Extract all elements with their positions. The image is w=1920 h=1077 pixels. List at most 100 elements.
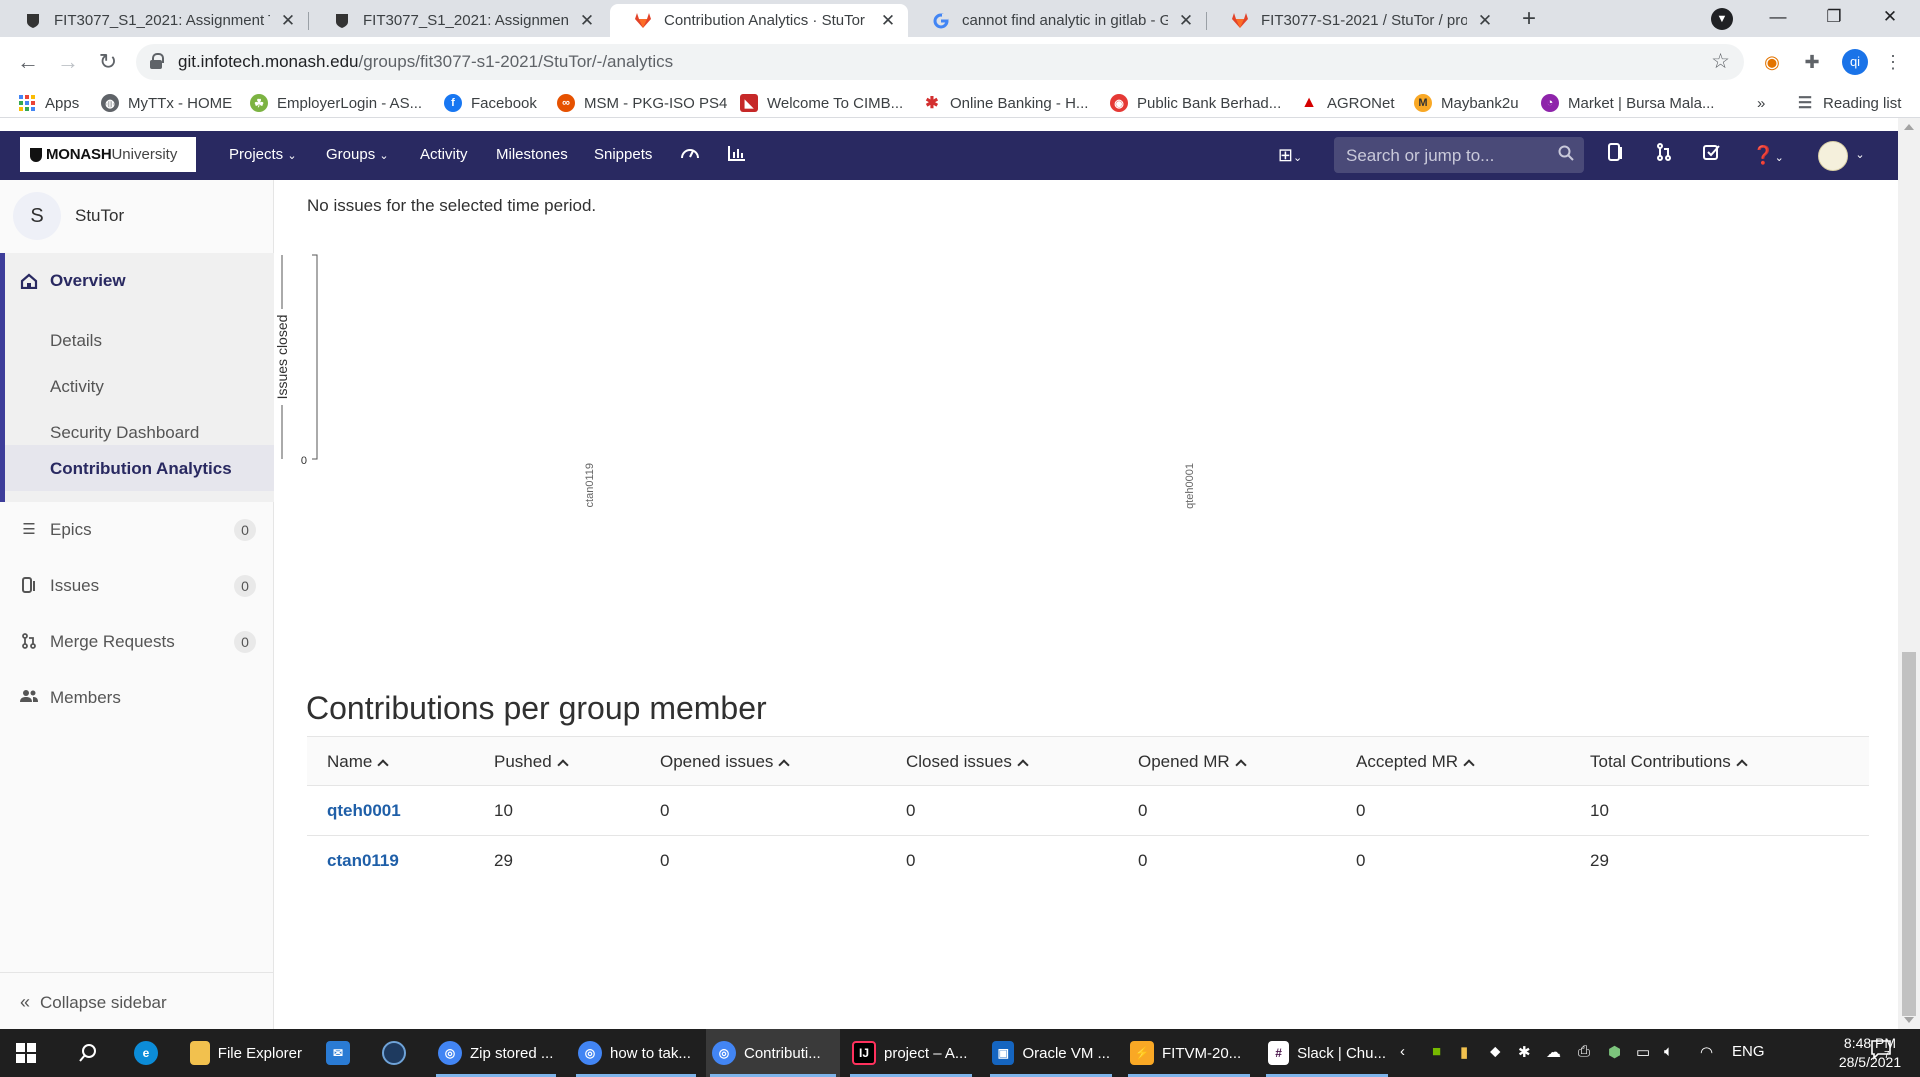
browser-tab[interactable]: FIT3077_S1_2021: Assignment 3 S ✕ xyxy=(309,4,607,37)
tray-printer-icon[interactable]: ⎙ xyxy=(1578,1043,1590,1060)
taskbar-item-chrome-2[interactable]: ◎ how to tak... xyxy=(572,1029,700,1077)
scroll-up-arrow-icon[interactable] xyxy=(1904,124,1914,130)
tray-security-icon[interactable]: ▮ xyxy=(1460,1043,1468,1061)
nav-projects[interactable]: Projects ⌄ xyxy=(229,146,297,163)
taskbar-item-virtualbox[interactable]: ▣ Oracle VM ... xyxy=(986,1029,1116,1077)
bookmark-publicbank[interactable]: ◉ Public Bank Berhad... xyxy=(1110,92,1281,114)
tray-location-icon[interactable]: ⬥ xyxy=(1490,1043,1501,1060)
new-item-plus-icon[interactable]: ⊞⌄ xyxy=(1272,143,1308,167)
sidebar-item-contribution-analytics[interactable]: Contribution Analytics xyxy=(50,459,232,479)
taskbar-item-file-explorer[interactable]: File Explorer xyxy=(184,1029,308,1077)
bookmark-bursa[interactable]: ◔ Market | Bursa Mala... xyxy=(1541,92,1714,114)
help-icon[interactable]: ❓⌄ xyxy=(1750,143,1786,167)
issues-icon[interactable] xyxy=(1604,143,1628,167)
bookmark-star-icon[interactable]: ☆ xyxy=(1711,49,1730,74)
column-header-closed-issues[interactable]: Closed issues xyxy=(906,752,1029,772)
profile-avatar[interactable]: qi xyxy=(1842,49,1868,75)
bookmark-facebook[interactable]: f Facebook xyxy=(444,92,537,114)
taskbar-item-intellij[interactable]: IJ project – A... xyxy=(846,1029,976,1077)
edge-taskbar-button[interactable]: e xyxy=(128,1029,172,1077)
tray-defender-icon[interactable]: ⬢ xyxy=(1608,1043,1621,1061)
nav-groups[interactable]: Groups ⌄ xyxy=(326,146,389,163)
more-bookmarks-button[interactable]: » xyxy=(1757,92,1765,114)
todo-icon[interactable] xyxy=(1700,143,1724,167)
show-hidden-icons[interactable]: ‹ xyxy=(1400,1043,1405,1060)
column-header-accepted-mr[interactable]: Accepted MR xyxy=(1356,752,1475,772)
vpn-taskbar-button[interactable] xyxy=(376,1029,420,1077)
sidebar-item-epics[interactable]: ☰ Epics 0 xyxy=(20,517,256,543)
nav-activity[interactable]: Activity xyxy=(420,146,468,163)
volume-icon[interactable]: 🔈︎ xyxy=(1664,1043,1673,1060)
close-tab-icon[interactable]: ✕ xyxy=(1475,11,1495,31)
new-tab-button[interactable]: + xyxy=(1514,5,1544,35)
member-link[interactable]: qteh0001 xyxy=(327,801,401,821)
reading-list-button[interactable]: ☰ Reading list xyxy=(1796,92,1902,114)
taskbar-item-chrome-1[interactable]: ◎ Zip stored ... xyxy=(432,1029,560,1077)
taskbar-item-fitvm[interactable]: ⚡ FITVM-20... xyxy=(1124,1029,1254,1077)
lock-icon[interactable] xyxy=(150,53,164,69)
browser-tab[interactable]: cannot find analytic in gitlab - Go ✕ xyxy=(908,4,1206,37)
tray-nvidia-icon[interactable]: ■ xyxy=(1432,1043,1441,1060)
bookmark-maybank[interactable]: M Maybank2u xyxy=(1414,92,1519,114)
chevron-down-icon[interactable]: ⌄ xyxy=(1848,143,1872,167)
collapse-sidebar-button[interactable]: « Collapse sidebar xyxy=(0,972,274,1029)
column-header-opened-mr[interactable]: Opened MR xyxy=(1138,752,1247,772)
member-link[interactable]: ctan0119 xyxy=(327,851,399,871)
column-header-pushed[interactable]: Pushed xyxy=(494,752,569,772)
close-tab-icon[interactable]: ✕ xyxy=(577,11,597,31)
bookmark-msm[interactable]: ∞ MSM - PKG-ISO PS4 xyxy=(557,92,727,114)
wifi-icon[interactable]: ◠ xyxy=(1700,1043,1713,1061)
mail-taskbar-button[interactable]: ✉ xyxy=(320,1029,364,1077)
reload-icon[interactable]: ↻ xyxy=(92,46,124,78)
dashboard-gauge-icon[interactable] xyxy=(678,143,702,167)
back-icon[interactable]: ← xyxy=(12,46,44,78)
close-tab-icon[interactable]: ✕ xyxy=(1176,11,1196,31)
scroll-down-arrow-icon[interactable] xyxy=(1904,1017,1914,1023)
menu-kebab-icon[interactable]: ⋮ xyxy=(1880,49,1906,75)
tab-search-icon[interactable]: ▼ xyxy=(1711,8,1733,30)
bookmark-myttx[interactable]: ◍ MyTTx - HOME xyxy=(101,92,232,114)
page-scrollbar[interactable] xyxy=(1898,118,1920,1029)
extension-icon[interactable]: ◉ xyxy=(1759,49,1785,75)
sidebar-item-security-dashboard[interactable]: Security Dashboard xyxy=(50,423,199,443)
column-header-opened-issues[interactable]: Opened issues xyxy=(660,752,791,772)
tray-bluetooth-icon[interactable]: ✱ xyxy=(1518,1043,1531,1061)
sidebar-item-activity[interactable]: Activity xyxy=(50,377,104,397)
sidebar-item-overview[interactable]: Overview xyxy=(20,271,126,291)
minimize-icon[interactable]: — xyxy=(1754,0,1802,36)
restore-icon[interactable]: ❐ xyxy=(1810,0,1858,36)
notification-center-icon[interactable]: 7 xyxy=(1870,1039,1894,1065)
tray-onedrive-icon[interactable]: ☁ xyxy=(1546,1043,1561,1061)
close-tab-icon[interactable]: ✕ xyxy=(878,11,898,31)
sidebar-item-issues[interactable]: Issues 0 xyxy=(20,573,256,599)
bookmark-agronet[interactable]: ▲ AGRONet xyxy=(1300,92,1394,114)
browser-tab-active[interactable]: Contribution Analytics · StuTor · G ✕ xyxy=(610,4,908,37)
monash-logo[interactable]: MONASH University xyxy=(20,137,196,172)
nav-snippets[interactable]: Snippets xyxy=(594,146,652,163)
search-input[interactable]: Search or jump to... xyxy=(1334,137,1584,173)
browser-tab[interactable]: FIT3077-S1-2021 / StuTor / proje ✕ xyxy=(1207,4,1505,37)
search-taskbar-button[interactable] xyxy=(72,1029,112,1077)
sidebar-item-merge-requests[interactable]: Merge Requests 0 xyxy=(20,629,256,655)
bookmark-hongleong[interactable]: ✱ Online Banking - H... xyxy=(923,92,1088,114)
forward-icon[interactable]: → xyxy=(52,46,84,78)
taskbar-item-slack[interactable]: # Slack | Chu... xyxy=(1262,1029,1392,1077)
merge-request-icon[interactable] xyxy=(1652,143,1676,167)
sidebar-item-members[interactable]: Members xyxy=(20,685,256,711)
column-header-name[interactable]: Name xyxy=(327,752,390,772)
nav-milestones[interactable]: Milestones xyxy=(496,146,568,163)
bookmark-cimb[interactable]: ◣ Welcome To CIMB... xyxy=(740,92,903,114)
column-header-total-contributions[interactable]: Total Contributions xyxy=(1590,752,1748,772)
start-button[interactable] xyxy=(10,1029,50,1077)
project-header[interactable]: S StuTor xyxy=(0,180,274,250)
puzzle-extensions-icon[interactable]: ✚ xyxy=(1799,49,1825,75)
battery-icon[interactable]: ▭ xyxy=(1636,1043,1650,1061)
close-tab-icon[interactable]: ✕ xyxy=(278,11,298,31)
bookmark-employer[interactable]: ☘ EmployerLogin - AS... xyxy=(250,92,422,114)
language-indicator[interactable]: ENG xyxy=(1732,1043,1765,1060)
address-bar[interactable]: git.infotech.monash.edu/groups/fit3077-s… xyxy=(136,44,1744,80)
analytics-chart-icon[interactable] xyxy=(725,143,749,167)
user-avatar[interactable] xyxy=(1818,141,1848,171)
browser-tab[interactable]: FIT3077_S1_2021: Assignment TV ✕ xyxy=(0,4,308,37)
scrollbar-thumb[interactable] xyxy=(1902,652,1916,1016)
